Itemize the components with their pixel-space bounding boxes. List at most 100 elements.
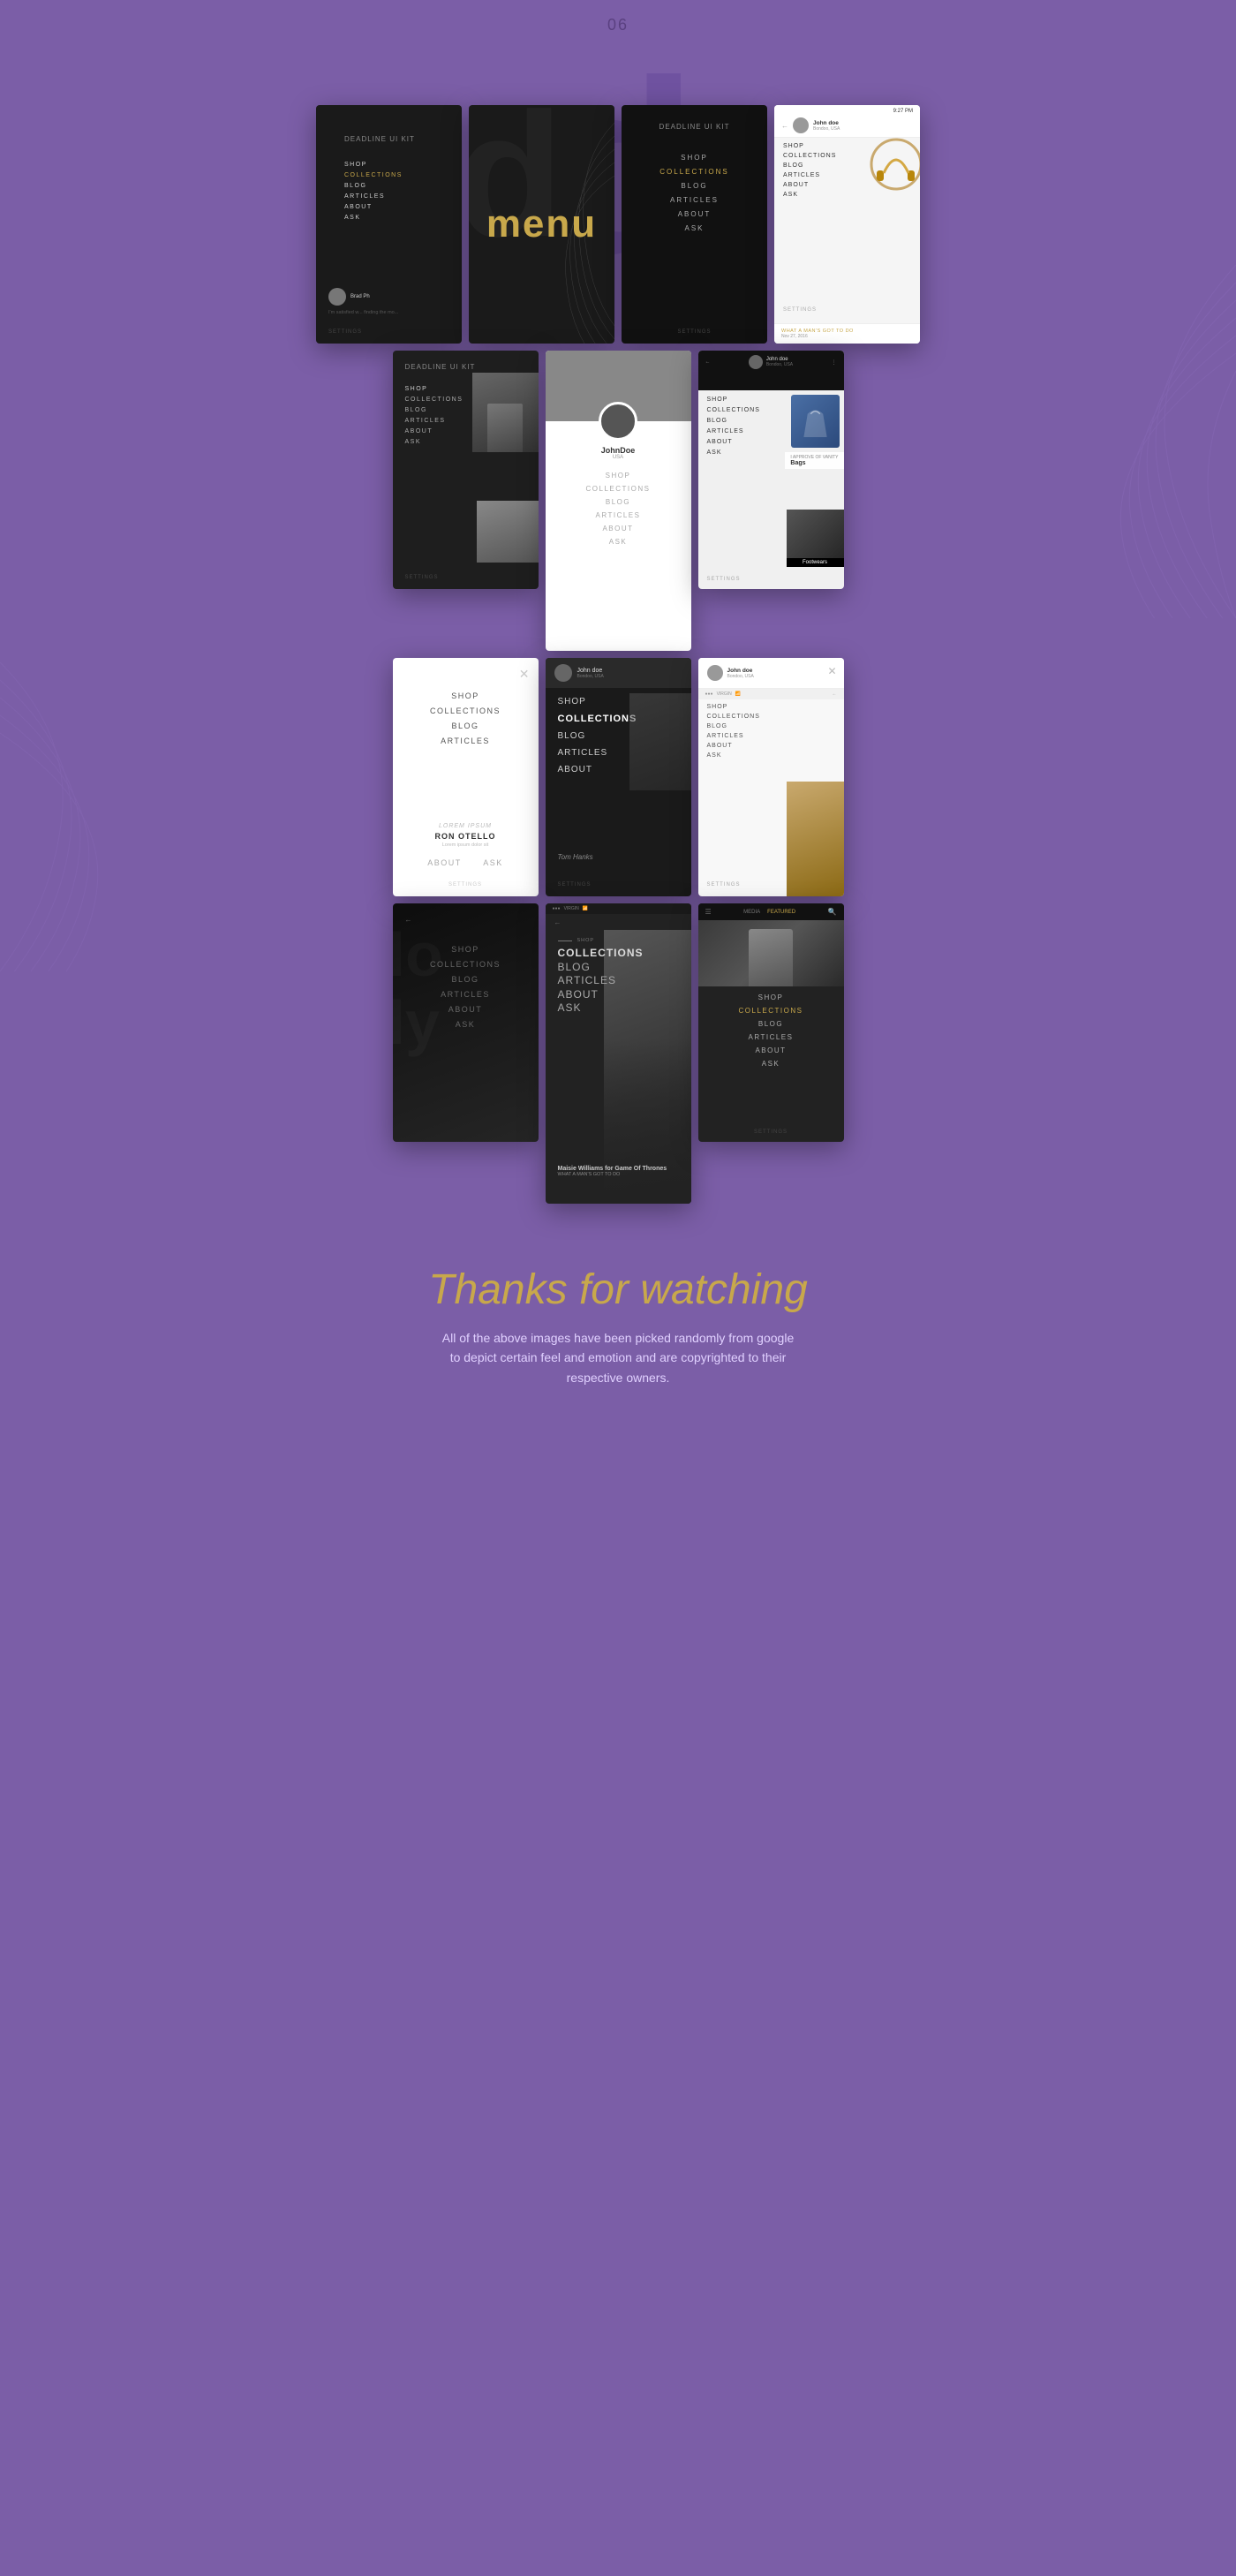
article-date: Nov 27, 2016 [781, 334, 913, 339]
wm-articles[interactable]: ARTICLES [405, 733, 526, 748]
category-vanity: I APPROVE OF VANITY Bags [785, 452, 843, 469]
nav-shop[interactable]: SHOP [344, 159, 433, 170]
card3-settings[interactable]: SETTINGS [677, 329, 711, 335]
wc-name: John doe [727, 668, 754, 674]
back-arrow-sc[interactable]: ← [554, 918, 561, 926]
more-icon[interactable]: ⋮ [832, 359, 837, 366]
nav-ask[interactable]: ASK [344, 212, 433, 223]
wc-collections[interactable]: COLLECTIONS [707, 712, 835, 721]
phone-dark-header: ← John doe Bondoo, USA ⋮ [698, 351, 844, 390]
card3-logo: Deadline UI Kit [639, 123, 750, 131]
df-shop[interactable]: SHOP [405, 941, 526, 956]
wm-shop[interactable]: SHOP [405, 688, 526, 703]
md-collections[interactable]: COLLECTIONS [698, 1004, 844, 1017]
wc-about[interactable]: ABOUT [707, 741, 835, 751]
search-icon[interactable]: 🔍 [828, 908, 837, 916]
photo-thumb-2 [477, 501, 539, 563]
media-header-bar: ☰ Media Featured 🔍 [698, 903, 844, 920]
md-articles[interactable]: ARTICLES [698, 1031, 844, 1044]
wm-settings[interactable]: SETTINGS [448, 882, 482, 888]
nav-blog[interactable]: BLOG [344, 180, 433, 191]
center-profile-sub: USA [546, 455, 691, 460]
df-ask[interactable]: ASK [405, 1016, 526, 1031]
ctr-ask[interactable]: ASK [546, 535, 691, 548]
dp-settings[interactable]: SETTINGS [558, 882, 592, 888]
sc-about[interactable]: ABOUT [558, 988, 679, 1002]
sc-label-text: SHOP [577, 938, 595, 943]
avatar-wc [707, 665, 723, 681]
card3-blog[interactable]: BLOG [639, 178, 750, 193]
card-shop-collections: ●●●VIRGIN📶 ← SHOP COLLECTIONS BLOG ARTIC… [546, 903, 691, 1204]
card-center-menu: Deadline UI Kit SHOP COLLECTIONS BLOG AR… [622, 105, 767, 344]
df-collections[interactable]: COLLECTIONS [405, 956, 526, 971]
dark-profile-sub: Bondoo, USA [577, 674, 604, 679]
nav-collections[interactable]: COLLECTIONS [344, 170, 433, 180]
card-dark-photo-1: Deadline UI Kit SHOP COLLECTIONS BLOG AR… [393, 351, 539, 589]
card3-articles[interactable]: ARTICLES [639, 193, 750, 207]
photo-thumb [472, 373, 539, 452]
back-arrow[interactable]: ← [781, 122, 788, 130]
wm-profile-name: RON OTELLO [393, 832, 539, 841]
wm-blog[interactable]: BLOG [405, 718, 526, 733]
sc-article: Maisie Williams for Game Of Thrones WHAT… [558, 1166, 682, 1177]
sc-article-sub: WHAT A MAN'S GOT TO DO [558, 1172, 682, 1177]
footer-title: Thanks for watching [71, 1265, 1165, 1314]
featured-tab[interactable]: Featured [767, 910, 795, 915]
sc-collections[interactable]: COLLECTIONS [558, 947, 679, 961]
wc-settings[interactable]: SETTINGS [707, 882, 741, 888]
close-icon-wc[interactable]: ✕ [827, 665, 836, 677]
profile-name-1: Brad Ph [350, 294, 370, 299]
df-articles[interactable]: ARTICLES [405, 986, 526, 1001]
r2c1-settings[interactable]: SETTINGS [405, 575, 439, 580]
ctr-collections[interactable]: COLLECTIONS [546, 482, 691, 495]
wc-articles[interactable]: ARTICLES [707, 731, 835, 741]
md-settings[interactable]: SETTINGS [754, 1129, 788, 1135]
page-number: 06 [0, 0, 1236, 34]
ctr-about[interactable]: ABOUT [546, 522, 691, 535]
card3-about[interactable]: ABOUT [639, 207, 750, 221]
footer: Thanks for watching All of the above ima… [0, 1212, 1236, 1440]
dp-person-name: Tom Hanks [558, 853, 593, 861]
sc-blog[interactable]: BLOG [558, 961, 679, 975]
featured-face [749, 929, 793, 986]
card3-collections[interactable]: COLLECTIONS [639, 164, 750, 178]
md-shop[interactable]: SHOP [698, 991, 844, 1004]
sc-ask[interactable]: ASK [558, 1001, 679, 1016]
ctr-blog[interactable]: BLOG [546, 495, 691, 509]
wm-ask[interactable]: ASK [474, 858, 512, 867]
wc-sub: Bondoo, USA [727, 674, 754, 679]
card-dark-menu-1: Deadline UI Kit SHOP COLLECTIONS BLOG AR… [316, 105, 462, 344]
df-blog[interactable]: BLOG [405, 971, 526, 986]
md-about[interactable]: ABOUT [698, 1044, 844, 1057]
hamburger-icon[interactable]: ☰ [705, 908, 712, 916]
user-sub-r1: Bondoo, USA [813, 126, 840, 132]
wc-ask[interactable]: ASK [707, 751, 835, 760]
bags-settings[interactable]: SETTINGS [707, 577, 741, 582]
close-icon-white[interactable]: ✕ [519, 667, 530, 682]
card-dark-logo: Deadline UI Kit [405, 363, 526, 371]
back-arrow-dark[interactable]: ← [405, 916, 526, 924]
wc-blog[interactable]: BLOG [707, 721, 835, 731]
card1-logo: Deadline UI Kit [332, 123, 446, 143]
rcard1-settings[interactable]: SETTINGS [783, 307, 817, 313]
df-about[interactable]: ABOUT [405, 1001, 526, 1016]
nav-articles[interactable]: ARTICLES [344, 191, 433, 201]
card3-shop[interactable]: SHOP [639, 150, 750, 164]
wc-shop[interactable]: SHOP [707, 702, 835, 712]
wm-collections[interactable]: COLLECTIONS [405, 703, 526, 718]
md-ask[interactable]: ASK [698, 1057, 844, 1070]
footer-subtitle: All of the above images have been picked… [441, 1328, 795, 1387]
sc-articles[interactable]: ARTICLES [558, 974, 679, 988]
card3-ask[interactable]: ASK [639, 221, 750, 235]
back-arrow-2[interactable]: ← [705, 359, 711, 365]
wm-profile-sub: lorem ipsum [393, 823, 539, 829]
ctr-articles[interactable]: ARTICLES [546, 509, 691, 522]
settings-1[interactable]: SETTINGS [328, 329, 362, 335]
wm-about[interactable]: ABOUT [418, 858, 471, 867]
featured-image-area [698, 920, 844, 986]
md-blog[interactable]: BLOG [698, 1017, 844, 1031]
nav-about[interactable]: ABOUT [344, 201, 433, 212]
media-tab[interactable]: Media [743, 910, 760, 915]
ctr-shop[interactable]: SHOP [546, 469, 691, 482]
dark-profile-name: John doe [577, 668, 604, 674]
